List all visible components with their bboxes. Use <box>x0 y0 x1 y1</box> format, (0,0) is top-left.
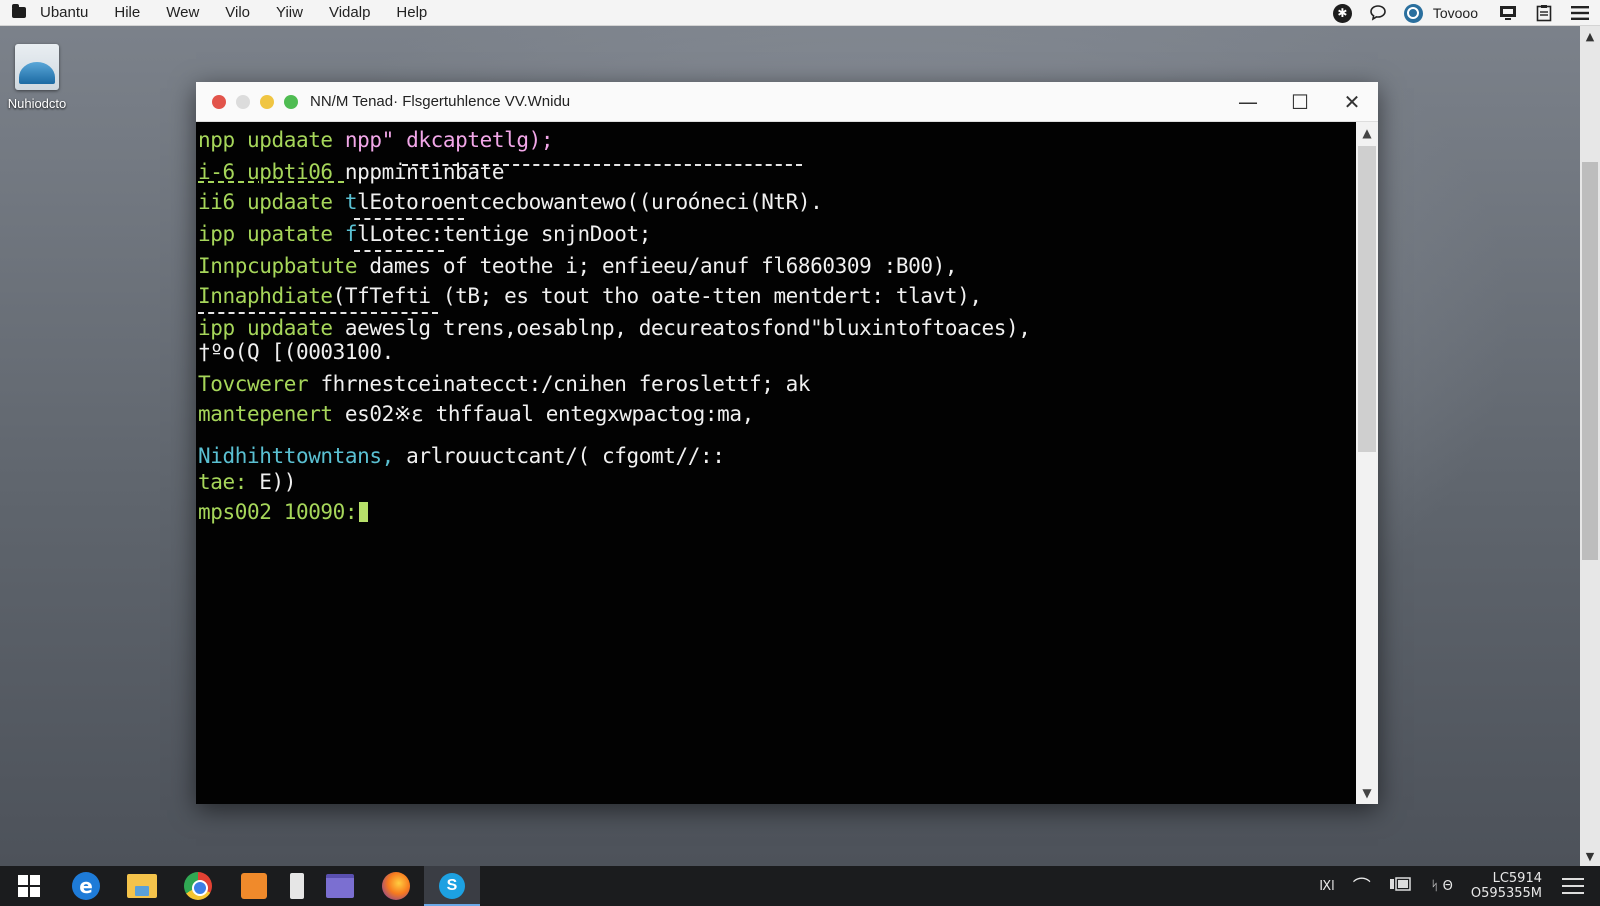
start-button[interactable] <box>0 866 58 906</box>
terminal-line: npp updaate npp" dkcaptetlg); <box>198 128 554 152</box>
close-dot-icon[interactable] <box>212 94 226 109</box>
desktop-scroll-thumb[interactable] <box>1582 162 1598 560</box>
desktop-scroll-up-icon[interactable]: ▲ <box>1580 26 1600 46</box>
terminal-scrollbar[interactable]: ▲ ▼ <box>1356 122 1378 804</box>
taskbar-firefox[interactable] <box>368 866 424 906</box>
clock-time: LC5914 <box>1492 871 1542 886</box>
desktop-scroll-down-icon[interactable]: ▼ <box>1580 846 1600 866</box>
minimize-button[interactable]: — <box>1222 82 1274 122</box>
terminal-output[interactable]: npp updaate npp" dkcaptetlg); i-6 upbti0… <box>196 122 1356 804</box>
dashed-underline <box>198 312 438 314</box>
folder-app-icon[interactable] <box>12 4 26 18</box>
user-status-icon[interactable] <box>1403 3 1423 23</box>
terminal-prompt-line[interactable]: mps002 10090: <box>198 500 369 524</box>
orange-app-icon <box>241 873 267 899</box>
terminal-line: ii6 updaate tlEotoroentcecbowantewo((uro… <box>198 190 823 214</box>
terminal-line: Innaphdiate(TfTefti (tB; es tout tho oat… <box>198 284 982 308</box>
text-cursor <box>359 502 369 522</box>
top-menu-bar: Ubantu Hile Wew Vilo Yiiw Vidalp Help ✱ … <box>0 0 1600 26</box>
taskbar-document[interactable] <box>282 866 312 906</box>
tray-network-text[interactable]: Ⅸl <box>1319 879 1335 894</box>
desktop-folder-shortcut[interactable]: Nuhiodcto <box>0 44 74 111</box>
terminal-window: NN/M Tenad· Flsgertuhlence VV.Wnidu — ☐ … <box>196 82 1378 804</box>
terminal-line: mantepenert es02※ε thffaual entegxwpacto… <box>198 402 754 426</box>
taskbar-purple-app[interactable] <box>312 866 368 906</box>
menu-vidalp[interactable]: Vidalp <box>329 4 370 21</box>
taskbar-file-explorer[interactable] <box>114 866 170 906</box>
accessibility-icon[interactable]: ✱ <box>1332 3 1352 23</box>
window-titlebar[interactable]: NN/M Tenad· Flsgertuhlence VV.Wnidu — ☐ … <box>196 82 1378 122</box>
menu-ubantu[interactable]: Ubantu <box>40 4 88 21</box>
desktop-icon-label: Nuhiodcto <box>7 96 67 111</box>
system-tray: Ⅸl ⌒ ᛋ Θ LC5914 O595355M <box>1319 866 1600 906</box>
desktop-scrollbar[interactable]: ▲ ▼ <box>1580 26 1600 866</box>
terminal-line: ipp updaate aeweslg trens,oesablnp, decu… <box>198 316 1031 340</box>
battery-icon[interactable] <box>1389 877 1413 895</box>
menu-help[interactable]: Help <box>396 4 427 21</box>
taskbar-edge[interactable]: e <box>58 866 114 906</box>
folder-image-icon <box>15 44 59 90</box>
hamburger-menu-icon[interactable] <box>1570 3 1590 23</box>
menu-vilo[interactable]: Vilo <box>225 4 250 21</box>
chrome-icon <box>184 872 212 900</box>
inactive-dot-icon <box>236 94 250 109</box>
document-icon <box>290 873 304 899</box>
language-indicator[interactable]: ᛋ Θ <box>1431 879 1453 894</box>
maximize-button[interactable]: ☐ <box>1274 82 1326 122</box>
firefox-icon <box>382 872 410 900</box>
notification-center-icon[interactable] <box>1562 878 1584 894</box>
terminal-line: Tovcwerer fhrnestceinatecct:/cnihen fero… <box>198 372 811 396</box>
taskbar-orange-app[interactable] <box>226 866 282 906</box>
clipboard-icon[interactable] <box>1534 3 1554 23</box>
window-controls: — ☐ ✕ <box>1222 82 1378 122</box>
dashed-underline <box>354 250 444 252</box>
chat-bubble-icon[interactable] <box>1368 3 1388 23</box>
zoom-dot-icon[interactable] <box>284 94 298 109</box>
user-name[interactable]: Tovooo <box>1433 5 1478 21</box>
menu-wew[interactable]: Wew <box>166 4 199 21</box>
terminal-app-icon <box>326 874 354 898</box>
terminal-line: †ºo(Q [(0003100. <box>198 340 394 364</box>
taskbar: e S Ⅸl ⌒ ᛋ Θ LC5914 O595355M <box>0 866 1600 906</box>
clock[interactable]: LC5914 O595355M <box>1471 871 1542 901</box>
windows-logo-icon <box>18 875 40 897</box>
skype-icon: S <box>439 873 465 899</box>
edge-browser-icon: e <box>72 872 100 900</box>
taskbar-skype[interactable]: S <box>424 866 480 906</box>
dashed-underline <box>354 218 464 220</box>
close-button[interactable]: ✕ <box>1326 82 1378 122</box>
scroll-thumb[interactable] <box>1358 146 1376 452</box>
scroll-up-icon[interactable]: ▲ <box>1356 122 1378 144</box>
scroll-down-icon[interactable]: ▼ <box>1356 782 1378 804</box>
menubar-tray: ✱ Tovooo <box>1332 0 1590 26</box>
menu-hile[interactable]: Hile <box>114 4 140 21</box>
terminal-line: i-6 upbti06 nppmintinbate <box>198 160 505 184</box>
clock-date: O595355M <box>1470 886 1542 901</box>
taskbar-chrome[interactable] <box>170 866 226 906</box>
terminal-line: Nidhihttowntans, arlrouuctcant/( cfgomt/… <box>198 444 725 468</box>
window-title: NN/M Tenad· Flsgertuhlence VV.Wnidu <box>310 93 571 110</box>
file-explorer-icon <box>127 874 157 898</box>
terminal-line: tae: E)) <box>198 470 296 494</box>
monitor-icon[interactable] <box>1498 3 1518 23</box>
minimize-dot-icon[interactable] <box>260 94 274 109</box>
chevron-up-icon[interactable]: ⌒ <box>1353 873 1371 899</box>
menu-yiiw[interactable]: Yiiw <box>276 4 303 21</box>
terminal-line: ipp upatate flLotec:tentige snjnDoot; <box>198 222 652 246</box>
terminal-line: Innpcupbatute dames of teothe i; enfieeu… <box>198 254 958 278</box>
